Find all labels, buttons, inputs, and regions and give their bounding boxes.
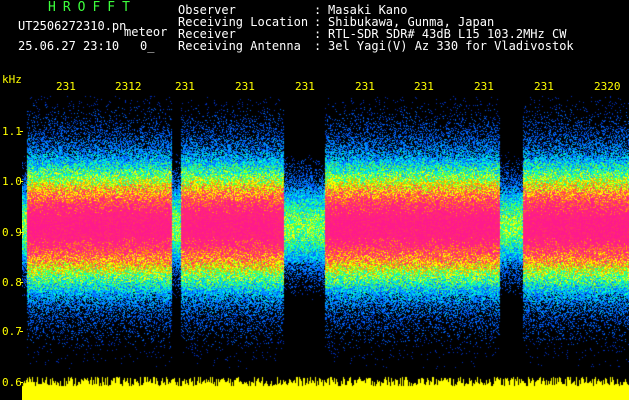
brand-title: HROFFT <box>48 0 137 15</box>
y-axis-unit: kHz <box>2 73 22 86</box>
datetime-label: 25.06.27 23:10 <box>18 39 120 53</box>
sep-4: : <box>314 39 322 53</box>
x-tick-2319: 231 <box>534 80 554 93</box>
mode-tag: meteor <box>124 25 168 39</box>
filename-label: UT2506272310.pn <box>18 19 127 33</box>
x-tick-2316: 231 <box>355 80 375 93</box>
y-tick-0.6: 0.6 <box>2 376 22 389</box>
y-tick-1.1: 1.1 <box>2 125 22 138</box>
y-mark <box>20 131 23 132</box>
x-tick-2311: 231 <box>56 80 76 93</box>
x-tick-2317: 231 <box>414 80 434 93</box>
y-mark <box>20 181 23 182</box>
hrofft-window: HROFFT UT2506272310.pn meteor 25.06.27 2… <box>0 0 629 400</box>
y-tick-0.9: 0.9 <box>2 226 22 239</box>
spectrogram-waterfall <box>22 76 629 400</box>
counter-label: 0_ <box>140 39 155 53</box>
y-mark <box>20 382 23 383</box>
x-tick-2313: 231 <box>175 80 195 93</box>
y-tick-0.8: 0.8 <box>2 276 22 289</box>
x-tick-2318: 231 <box>474 80 494 93</box>
x-tick-2314: 231 <box>235 80 255 93</box>
x-tick-2320: 2320 <box>594 80 621 93</box>
x-tick-2312: 2312 <box>115 80 142 93</box>
y-tick-1.0: 1.0 <box>2 175 22 188</box>
y-mark <box>20 331 23 332</box>
y-mark <box>20 282 23 283</box>
y-tick-0.7: 0.7 <box>2 325 22 338</box>
antenna-label: Receiving Antenna <box>178 39 301 53</box>
antenna-value: 3el Yagi(V) Az 330 for Vladivostok <box>328 39 574 53</box>
x-tick-2315: 231 <box>295 80 315 93</box>
y-mark <box>20 232 23 233</box>
